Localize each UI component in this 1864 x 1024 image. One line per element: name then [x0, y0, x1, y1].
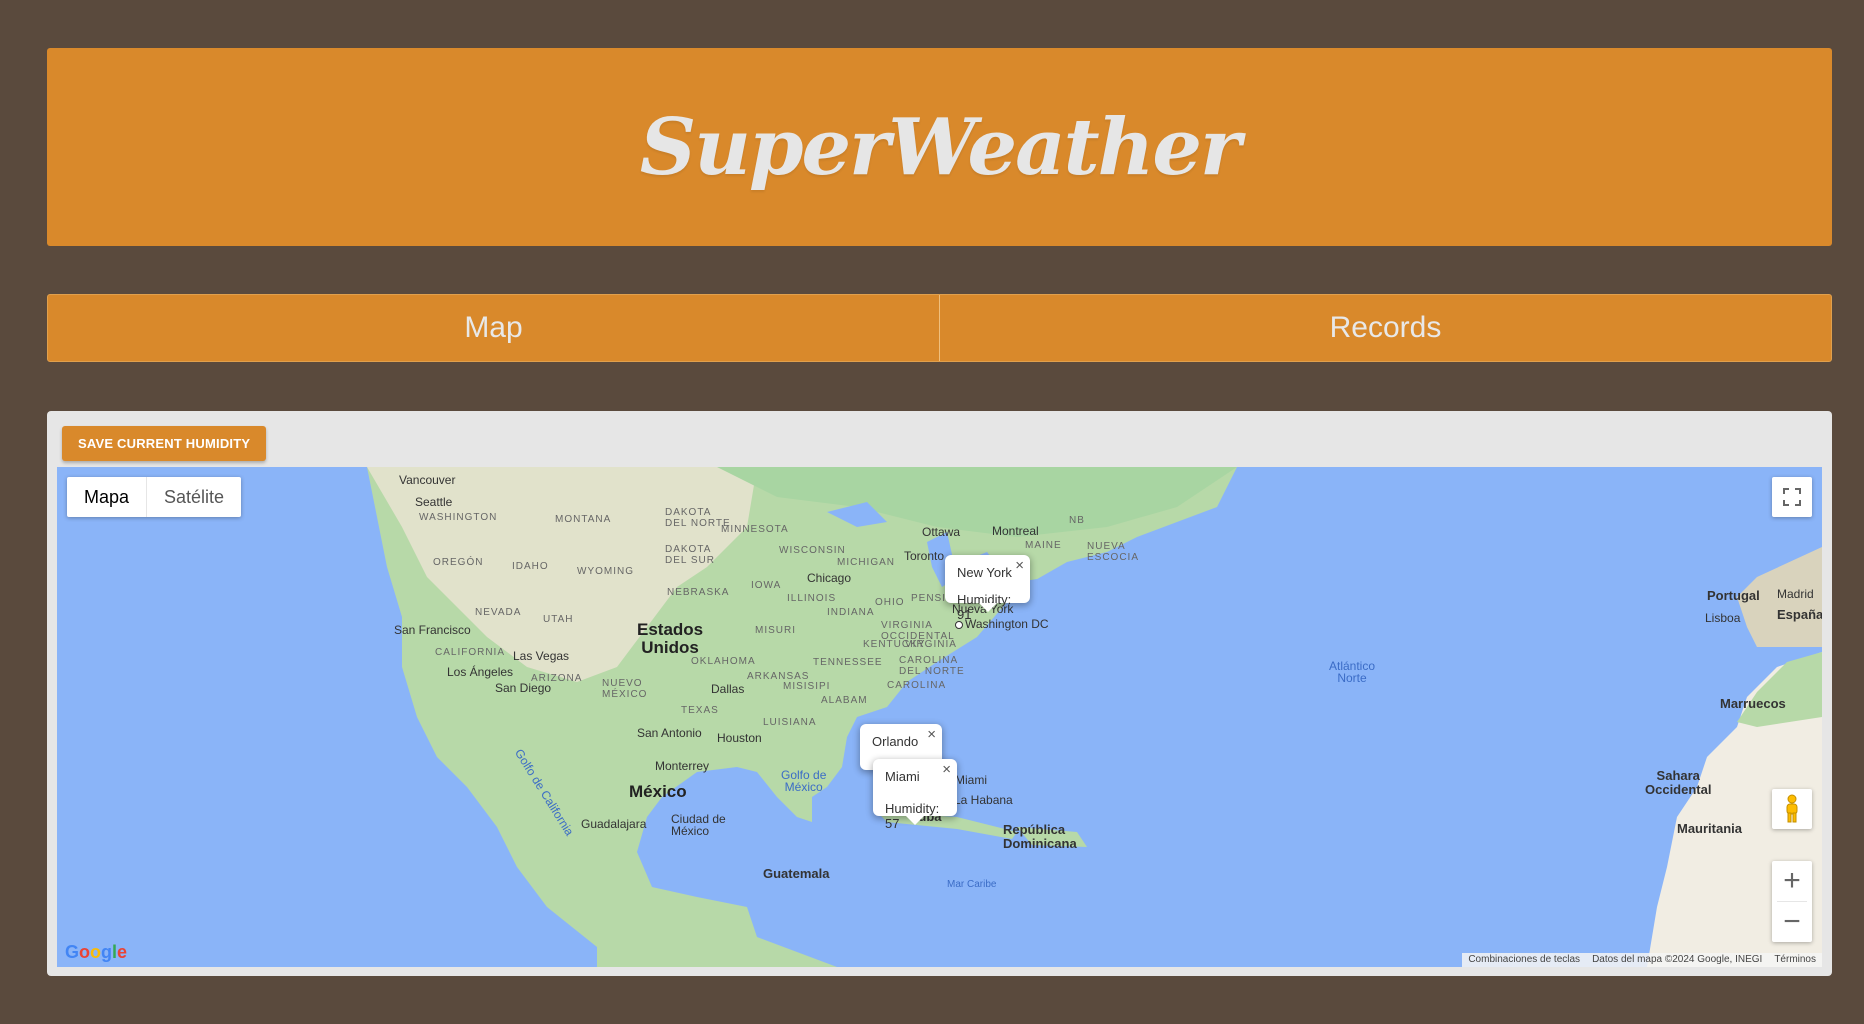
label-nueva-escocia: NUEVA ESCOCIA — [1087, 541, 1140, 563]
label-chicago: Chicago — [807, 571, 852, 585]
label-san-francisco: San Francisco — [394, 623, 471, 637]
map-land-shapes — [367, 467, 1822, 967]
map-type-mapa-button[interactable]: Mapa — [67, 477, 146, 517]
label-indiana: INDIANA — [827, 607, 875, 618]
label-espana: España — [1777, 607, 1822, 622]
label-houston: Houston — [717, 731, 762, 745]
label-misisipi: MISISIPI — [783, 681, 831, 692]
label-minnesota: MINNESOTA — [721, 524, 789, 535]
label-vancouver: Vancouver — [399, 473, 456, 487]
label-wyoming: WYOMING — [577, 566, 634, 577]
label-marruecos: Marruecos — [1720, 696, 1786, 711]
label-seattle: Seattle — [415, 495, 453, 509]
map-type-control: Mapa Satélite — [67, 477, 242, 517]
label-misuri: MISURI — [755, 625, 796, 636]
save-current-humidity-button[interactable]: SAVE CURRENT HUMIDITY — [62, 426, 267, 461]
label-nuevo-mexico: NUEVO MÉXICO — [602, 678, 648, 700]
label-nb: NB — [1069, 515, 1085, 526]
label-oregon: OREGÓN — [433, 557, 484, 568]
keyboard-shortcuts-link[interactable]: Combinaciones de teclas — [1462, 953, 1586, 967]
label-nevada: NEVADA — [475, 607, 522, 618]
map-type-satellite-button[interactable]: Satélite — [147, 477, 241, 517]
fullscreen-icon — [1783, 488, 1801, 506]
label-california: CALIFORNIA — [435, 647, 506, 658]
label-monterrey: Monterrey — [655, 759, 710, 773]
label-mexico: México — [629, 782, 687, 801]
label-washington: WASHINGTON — [419, 512, 498, 523]
label-iowa: IOWA — [751, 580, 782, 591]
label-toronto: Toronto — [904, 549, 945, 563]
label-guatemala: Guatemala — [763, 866, 830, 881]
app-title: SuperWeather — [639, 101, 1241, 193]
label-maine: MAINE — [1025, 540, 1062, 551]
label-virginia: VIRGINIA — [905, 639, 957, 650]
label-texas: TEXAS — [681, 705, 719, 716]
tab-map[interactable]: Map — [48, 295, 939, 361]
map-view[interactable]: Vancouver Seattle WASHINGTON MONTANA DAK… — [57, 467, 1822, 967]
tab-records[interactable]: Records — [939, 295, 1831, 361]
label-carolina: CAROLINA — [887, 680, 947, 691]
close-icon[interactable]: × — [1015, 557, 1024, 574]
label-madrid: Madrid — [1777, 587, 1814, 601]
infowindow-city: New York — [957, 565, 1012, 580]
zoom-in-button[interactable]: + — [1772, 861, 1812, 901]
main-nav: Map Records — [47, 294, 1832, 362]
label-wisconsin: WISCONSIN — [779, 545, 846, 556]
label-san-diego: San Diego — [495, 681, 552, 695]
close-icon[interactable]: × — [927, 726, 936, 743]
label-guadalajara: Guadalajara — [581, 817, 647, 831]
label-oklahoma: OKLAHOMA — [691, 656, 756, 667]
label-ciudad-mexico: Ciudad de México — [671, 812, 726, 838]
app-header: SuperWeather — [47, 48, 1832, 246]
plus-icon: + — [1783, 864, 1801, 897]
label-ohio: OHIO — [875, 597, 905, 608]
label-michigan: MICHIGAN — [837, 557, 895, 568]
label-montana: MONTANA — [555, 514, 612, 525]
label-golfo-mexico: Golfo de México — [781, 768, 827, 794]
label-mar-caribe: Mar Caribe — [947, 879, 997, 890]
infowindow-city: Orlando — [872, 734, 919, 749]
terms-link[interactable]: Términos — [1768, 953, 1822, 967]
infowindow-new-york: × New York Humidity: 91 — [945, 555, 1030, 622]
close-icon[interactable]: × — [942, 761, 951, 778]
label-sahara-occidental: Sahara Occidental — [1645, 768, 1712, 797]
label-san-antonio: San Antonio — [637, 726, 702, 740]
label-los-angeles: Los Ángeles — [447, 665, 514, 679]
infowindow-humidity: Humidity: 91 — [957, 592, 1012, 622]
pegman-icon — [1786, 794, 1798, 823]
infowindow-city: Miami — [885, 769, 920, 784]
label-mauritania: Mauritania — [1677, 821, 1743, 836]
minus-icon: − — [1783, 905, 1801, 938]
label-lisboa: Lisboa — [1705, 611, 1741, 625]
infowindow-humidity: Humidity: 57 — [885, 801, 940, 831]
label-miami: Miami — [955, 773, 987, 787]
label-estados-unidos: Estados Unidos — [637, 620, 704, 657]
label-idaho: IDAHO — [512, 561, 549, 572]
map-panel: SAVE CURRENT HUMIDITY Vancouver Seattle … — [47, 411, 1832, 976]
map-data-text: Datos del mapa ©2024 Google, INEGI — [1592, 954, 1763, 965]
street-view-pegman[interactable] — [1772, 789, 1812, 829]
label-dakota-sur: DAKOTA DEL SUR — [665, 544, 715, 566]
infowindow-miami: × Miami Humidity: 57 — [873, 759, 957, 831]
label-republica-dominicana: República Dominicana — [1003, 822, 1077, 851]
label-carolina-norte: CAROLINA DEL NORTE — [899, 655, 965, 677]
zoom-control: + − — [1772, 861, 1812, 942]
label-atlantico-norte: Atlántico Norte — [1329, 659, 1376, 685]
label-las-vegas: Las Vegas — [513, 649, 570, 663]
label-dallas: Dallas — [711, 682, 745, 696]
zoom-out-button[interactable]: − — [1772, 902, 1812, 942]
label-montreal: Montreal — [992, 524, 1039, 538]
label-utah: UTAH — [543, 614, 574, 625]
fullscreen-button[interactable] — [1772, 477, 1812, 517]
label-nebraska: NEBRASKA — [667, 587, 730, 598]
label-illinois: ILLINOIS — [787, 593, 837, 604]
map-attribution: Combinaciones de teclas Datos del mapa ©… — [1462, 953, 1822, 967]
label-ottawa: Ottawa — [922, 525, 961, 539]
label-portugal: Portugal — [1707, 588, 1760, 603]
label-tennessee: TENNESSEE — [813, 657, 883, 668]
label-luisiana: LUISIANA — [763, 717, 817, 728]
google-logo: Google — [65, 942, 128, 962]
label-alabama: ALABAM — [821, 695, 868, 706]
